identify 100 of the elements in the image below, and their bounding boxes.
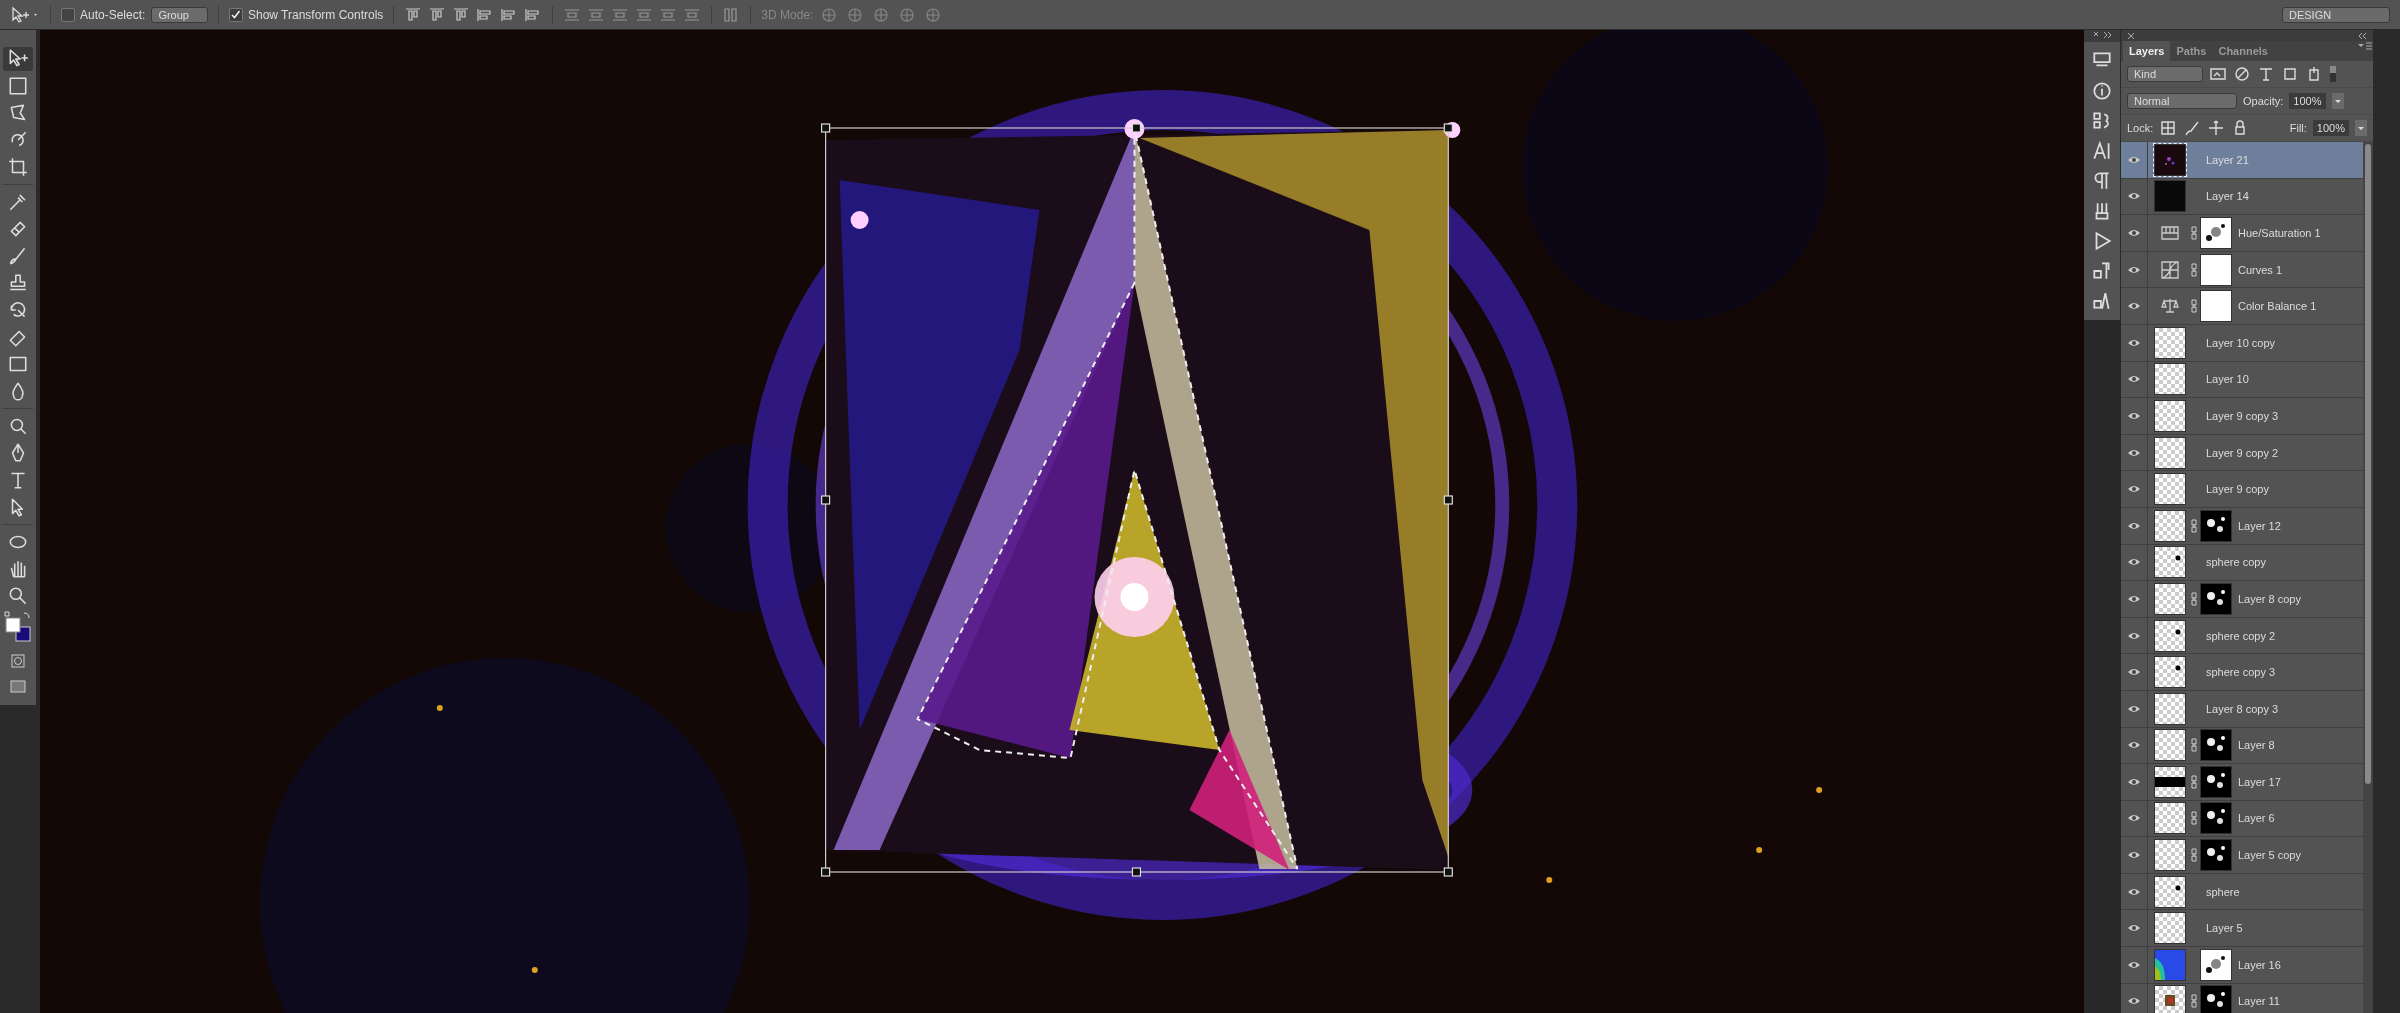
layer-row[interactable]: sphere copy 3 bbox=[2121, 654, 2363, 691]
layer-row[interactable]: Layer 21 bbox=[2121, 142, 2363, 179]
layer-name: Layer 8 copy bbox=[2238, 592, 2301, 605]
transform-box[interactable] bbox=[821, 123, 1453, 877]
layer-row[interactable]: Layer 8 bbox=[2121, 727, 2363, 765]
eye-icon[interactable] bbox=[2127, 630, 2141, 641]
panel-menu-icon[interactable] bbox=[2357, 41, 2373, 51]
chain-icon[interactable] bbox=[2190, 226, 2198, 240]
layer-row[interactable]: sphere bbox=[2121, 873, 2363, 911]
opacity-field[interactable]: 100% bbox=[2289, 93, 2326, 109]
layer-name: Layer 21 bbox=[2206, 153, 2249, 166]
chain-icon[interactable] bbox=[2190, 811, 2198, 826]
eye-icon[interactable] bbox=[2127, 886, 2141, 897]
layer-name: sphere copy 3 bbox=[2206, 666, 2276, 679]
fill-label: Fill: bbox=[2289, 122, 2307, 134]
close-icon[interactable] bbox=[2126, 30, 2136, 41]
move-tool-icon[interactable] bbox=[3, 47, 33, 71]
eye-icon[interactable] bbox=[2127, 520, 2141, 531]
fill-dropdown-icon[interactable] bbox=[2355, 120, 2367, 136]
layer-row[interactable]: Layer 8 copy bbox=[2121, 581, 2363, 618]
lock-icon[interactable] bbox=[2207, 119, 2226, 137]
layer-row[interactable]: Layer 17 bbox=[2121, 764, 2363, 801]
chain-icon[interactable] bbox=[2190, 848, 2198, 863]
layer-row[interactable]: Layer 5 copy bbox=[2121, 837, 2363, 874]
eye-icon[interactable] bbox=[2127, 337, 2141, 348]
blend-mode-dropdown[interactable]: Normal bbox=[2127, 93, 2237, 109]
chain-icon[interactable] bbox=[2190, 774, 2198, 789]
eye-icon[interactable] bbox=[2127, 703, 2141, 714]
align-icon[interactable] bbox=[452, 6, 471, 23]
eye-icon[interactable] bbox=[2127, 667, 2141, 678]
panel-dock-icon[interactable] bbox=[2091, 80, 2113, 102]
layer-row[interactable]: Curves 1 bbox=[2121, 251, 2363, 289]
eye-icon[interactable] bbox=[2127, 410, 2141, 421]
layer-filter-icon[interactable] bbox=[2209, 65, 2227, 83]
opacity-dropdown-icon[interactable] bbox=[2331, 93, 2344, 109]
chain-icon[interactable] bbox=[2190, 262, 2198, 277]
eye-icon[interactable] bbox=[2127, 447, 2141, 458]
align-icon[interactable] bbox=[428, 6, 447, 23]
layer-row[interactable]: Layer 8 copy 3 bbox=[2121, 690, 2363, 728]
show-transform-controls-checkbox[interactable] bbox=[228, 7, 243, 22]
move-tool-icon[interactable] bbox=[10, 5, 40, 24]
eye-icon[interactable] bbox=[2127, 850, 2141, 861]
eye-icon[interactable] bbox=[2127, 484, 2141, 495]
layer-row[interactable]: Layer 10 copy bbox=[2121, 324, 2363, 362]
filter-toggle-icon[interactable] bbox=[2329, 65, 2337, 83]
chain-icon[interactable] bbox=[2190, 738, 2198, 753]
layer-row[interactable]: Layer 10 bbox=[2121, 361, 2363, 399]
layer-row[interactable]: Layer 9 copy 3 bbox=[2121, 398, 2363, 435]
layer-name: Layer 8 copy 3 bbox=[2206, 702, 2279, 715]
eye-icon[interactable] bbox=[2127, 740, 2141, 751]
layer-row[interactable]: Layer 5 bbox=[2121, 910, 2363, 948]
layer-filter-icon[interactable] bbox=[2281, 65, 2299, 83]
eye-icon[interactable] bbox=[2127, 191, 2141, 202]
layer-row[interactable]: Layer 14 bbox=[2121, 178, 2363, 216]
chain-icon[interactable] bbox=[2190, 518, 2198, 533]
auto-select-dropdown[interactable]: Group bbox=[151, 6, 208, 23]
panel-tab[interactable]: Paths bbox=[2170, 41, 2213, 61]
scrollbar-thumb[interactable] bbox=[2365, 144, 2371, 784]
eye-icon[interactable] bbox=[2127, 301, 2141, 312]
eye-icon[interactable] bbox=[2127, 923, 2141, 934]
auto-select-checkbox[interactable] bbox=[61, 7, 75, 22]
layer-row[interactable]: Layer 9 copy 2 bbox=[2121, 434, 2363, 472]
layer-row[interactable]: Hue/Saturation 1 bbox=[2121, 215, 2363, 252]
collapse-icon[interactable] bbox=[2356, 30, 2368, 41]
eye-icon[interactable] bbox=[2127, 557, 2141, 568]
layer-row[interactable]: Layer 6 bbox=[2121, 800, 2363, 838]
layer-name: Color Balance 1 bbox=[2238, 300, 2317, 313]
fill-field[interactable]: 100% bbox=[2312, 120, 2349, 136]
chain-icon[interactable] bbox=[2190, 299, 2198, 314]
layer-row[interactable]: Layer 12 bbox=[2121, 507, 2363, 545]
eye-icon[interactable] bbox=[2127, 374, 2141, 385]
workspace-dropdown[interactable]: DESIGN bbox=[2282, 6, 2390, 23]
collapse-icon[interactable] bbox=[2092, 30, 2112, 40]
layer-filter-icon[interactable] bbox=[2257, 65, 2275, 83]
layer-name: Hue/Saturation 1 bbox=[2238, 227, 2321, 239]
layer-row[interactable]: Layer 11 bbox=[2121, 983, 2363, 1013]
eye-icon[interactable] bbox=[2127, 228, 2141, 238]
eye-icon[interactable] bbox=[2127, 593, 2141, 604]
chain-icon[interactable] bbox=[2190, 994, 2198, 1009]
eye-icon[interactable] bbox=[2127, 959, 2141, 970]
layer-name: Layer 8 bbox=[2238, 739, 2275, 752]
filter-dropdown[interactable]: Kind bbox=[2127, 66, 2203, 82]
panel-tab[interactable]: Layers bbox=[2123, 41, 2171, 61]
lock-icon[interactable] bbox=[2159, 119, 2178, 137]
eye-icon[interactable] bbox=[2127, 813, 2141, 824]
eye-icon[interactable] bbox=[2127, 154, 2141, 165]
layer-row[interactable]: sphere copy bbox=[2121, 544, 2363, 582]
eye-icon[interactable] bbox=[2127, 996, 2141, 1007]
layer-row[interactable]: Layer 9 copy bbox=[2121, 471, 2363, 508]
layer-row[interactable]: Color Balance 1 bbox=[2121, 288, 2363, 325]
panel-tab[interactable]: Channels bbox=[2212, 41, 2274, 61]
layer-row[interactable]: sphere copy 2 bbox=[2121, 617, 2363, 655]
layer-filter-icon[interactable] bbox=[2233, 65, 2251, 83]
layer-name: Layer 9 copy 3 bbox=[2206, 409, 2279, 422]
eye-icon[interactable] bbox=[2127, 776, 2141, 787]
hue-saturation-icon bbox=[2160, 223, 2180, 243]
eye-icon[interactable] bbox=[2127, 264, 2141, 275]
align-icon[interactable] bbox=[404, 6, 423, 23]
chain-icon[interactable] bbox=[2190, 591, 2198, 606]
layer-row[interactable]: Layer 16 bbox=[2121, 947, 2363, 984]
